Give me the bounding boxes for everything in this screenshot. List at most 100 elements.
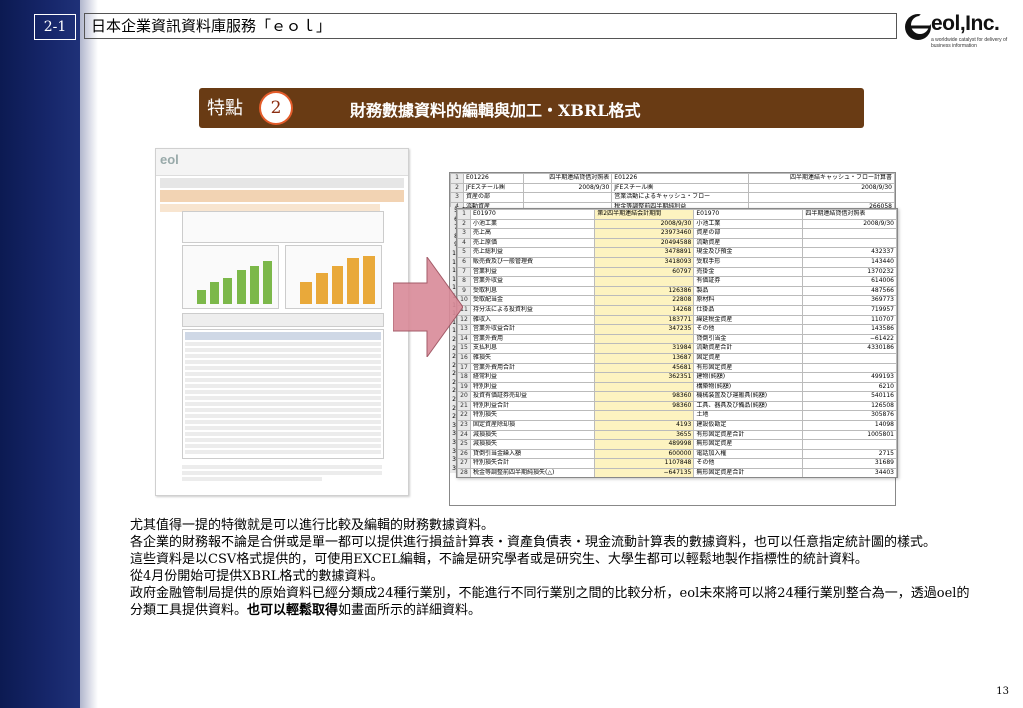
header-cell: E01970 [693, 209, 804, 220]
row-number: 18 [457, 372, 471, 383]
thumbnail-row [185, 420, 381, 424]
table-cell: JFEスチール㈱ [463, 182, 524, 194]
table-cell: 600000 [594, 448, 695, 460]
thumbnail-row [185, 384, 381, 388]
table-cell: 固定資産除却損 [469, 420, 596, 431]
table-cell: 売掛金 [693, 266, 804, 278]
table-cell: 719957 [802, 304, 897, 316]
row-number: 4 [457, 237, 471, 249]
thumbnail-row [185, 450, 381, 454]
table-cell: 143440 [802, 256, 897, 268]
table-row: 26 貸倒引当金繰入額 600000 電話加入権 2715 [457, 448, 897, 460]
table-cell: 13687 [594, 352, 695, 364]
table-cell: 受取配当金 [469, 295, 596, 306]
thumbnail-bars-right [298, 256, 377, 304]
table-cell: 305876 [802, 410, 897, 422]
table-row: 12 雑収入 183771 繰延税金資産 110707 [457, 314, 897, 326]
thumbnail-row [185, 414, 381, 418]
row-number: 21 [457, 400, 471, 412]
table-cell: 110707 [802, 314, 897, 326]
table-row: 9 受取利息 126386 製品 487566 [457, 285, 897, 297]
table-row: 3 資産の部 営業活動によるキャッシュ・フロー [450, 192, 895, 203]
front-sheet-table: 1 E01970 第2四半期連結会計期間 E01970 四半期連結貸借対照表 2 小池工業 2… [457, 209, 897, 477]
table-header-row: 1 E01970 第2四半期連結会計期間 E01970 四半期連結貸借対照表 [457, 209, 897, 220]
thumbnail-row [185, 390, 381, 394]
thumbnail-bar [210, 282, 220, 304]
table-cell: 45681 [594, 362, 695, 374]
table-cell: 貸倒引当金繰入額 [469, 448, 596, 460]
thumbnail-row [185, 432, 381, 436]
table-cell: 2008/9/30 [594, 218, 695, 230]
slide-title: 日本企業資訊資料庫服務「ｅｏｌ」 [84, 13, 897, 39]
table-cell: 構築物(純額) [693, 381, 804, 393]
table-cell: 営業利益 [469, 266, 596, 278]
table-row: 25 減損損失 489998 無形固定資産 [457, 439, 897, 450]
table-cell: 流動資産 [693, 237, 804, 249]
page-number: 13 [996, 686, 1009, 697]
thumbnail-bar [236, 270, 246, 304]
table-cell: JFEスチール㈱ [611, 182, 750, 194]
table-row: 6 販売費及び一般管理費 3418093 受取手形 143440 [457, 256, 897, 268]
table-row: 20 投資有価証券売却益 98360 機械装置及び運搬具(純額) 540116 [457, 391, 897, 402]
feature-label: 特點 [207, 98, 243, 119]
section-number: 2-1 [34, 14, 76, 40]
table-cell [802, 439, 897, 450]
table-cell: 四半期連結貸借対照表 [522, 173, 613, 184]
table-cell: 雑損失 [469, 352, 596, 364]
table-cell: E01226 [611, 173, 750, 184]
table-cell: 499193 [802, 372, 897, 383]
table-cell: 126386 [594, 285, 695, 297]
table-cell: 2008/9/30 [802, 218, 897, 230]
thumbnail-table-header [185, 332, 381, 340]
thumbnail-row [185, 354, 381, 358]
table-cell: 小池工業 [693, 218, 804, 230]
thumbnail-footnotes [182, 463, 382, 485]
thumbnail-form-panel [182, 211, 384, 243]
thumbnail-row [185, 444, 381, 448]
table-row: 1 E01226 四半期連結貸借対照表 E01226 四半期連結キャッシュ・フロー計算書 [450, 173, 895, 184]
table-row: 7 営業利益 60797 売掛金 1370232 [457, 266, 897, 278]
table-cell: 固定資産 [693, 352, 804, 364]
table-row: 10 受取配当金 22808 原材料 369773 [457, 295, 897, 306]
table-cell: 売上高 [469, 228, 596, 239]
table-row: 16 雑損失 13687 固定資産 [457, 352, 897, 364]
table-cell [594, 276, 695, 287]
table-cell: 建設仮勘定 [693, 420, 804, 431]
thumbnail-row [185, 396, 381, 400]
table-cell: 投資有価証券売却益 [469, 391, 596, 402]
table-cell: 347235 [594, 324, 695, 335]
thumbnail-row [185, 366, 381, 370]
table-cell: 工具、器具及び備品(純額) [693, 400, 804, 412]
table-cell: 売上総利益 [469, 247, 596, 258]
table-cell: 489998 [594, 439, 695, 450]
table-cell: 14098 [802, 420, 897, 431]
table-cell: 183771 [594, 314, 695, 326]
thumbnail-row [185, 438, 381, 442]
table-cell: 営業外収益 [469, 276, 596, 287]
thumbnail-bar [315, 272, 328, 304]
table-cell: 3418093 [594, 256, 695, 268]
row-number: 3 [450, 192, 464, 203]
table-cell: 23973460 [594, 228, 695, 239]
row-number: 28 [457, 468, 471, 477]
body-line-2: 各企業的財務報不論是合併或是單一都可以提供進行損益計算表・資產負債表・現金流動計… [130, 535, 937, 550]
table-cell: 減損損失 [469, 429, 596, 441]
table-cell: 有価証券 [693, 276, 804, 287]
table-cell: 特別利益合計 [469, 400, 596, 412]
table-row: 17 営業外費用合計 45681 有形固定資産 [457, 362, 897, 374]
table-row: 15 支払利息 31984 流動資産合計 4330186 [457, 343, 897, 354]
table-cell: 3655 [594, 429, 695, 441]
body-text: 尤其值得一提的特徵就是可以進行比較及編輯的財務數據資料。 各企業的財務報不論是合… [130, 517, 975, 619]
table-cell: 特別利益 [469, 381, 596, 393]
row-number: 25 [457, 439, 471, 450]
eol-logo: eol,Inc. a worldwide catalyst for delive… [903, 8, 1015, 49]
table-cell: 建物(純額) [693, 372, 804, 383]
thumbnail-bars-left [195, 256, 274, 304]
table-cell: 製品 [693, 285, 804, 297]
table-cell: 支払利息 [469, 343, 596, 354]
body-line-5-end: 如畫面所示的詳細資料。 [338, 603, 482, 618]
thumbnail-header: eol [156, 149, 408, 176]
thumbnail-chart-right [285, 245, 382, 309]
table-cell: 売上原価 [469, 237, 596, 249]
table-row: 22 特別損失 土地 305876 [457, 410, 897, 422]
